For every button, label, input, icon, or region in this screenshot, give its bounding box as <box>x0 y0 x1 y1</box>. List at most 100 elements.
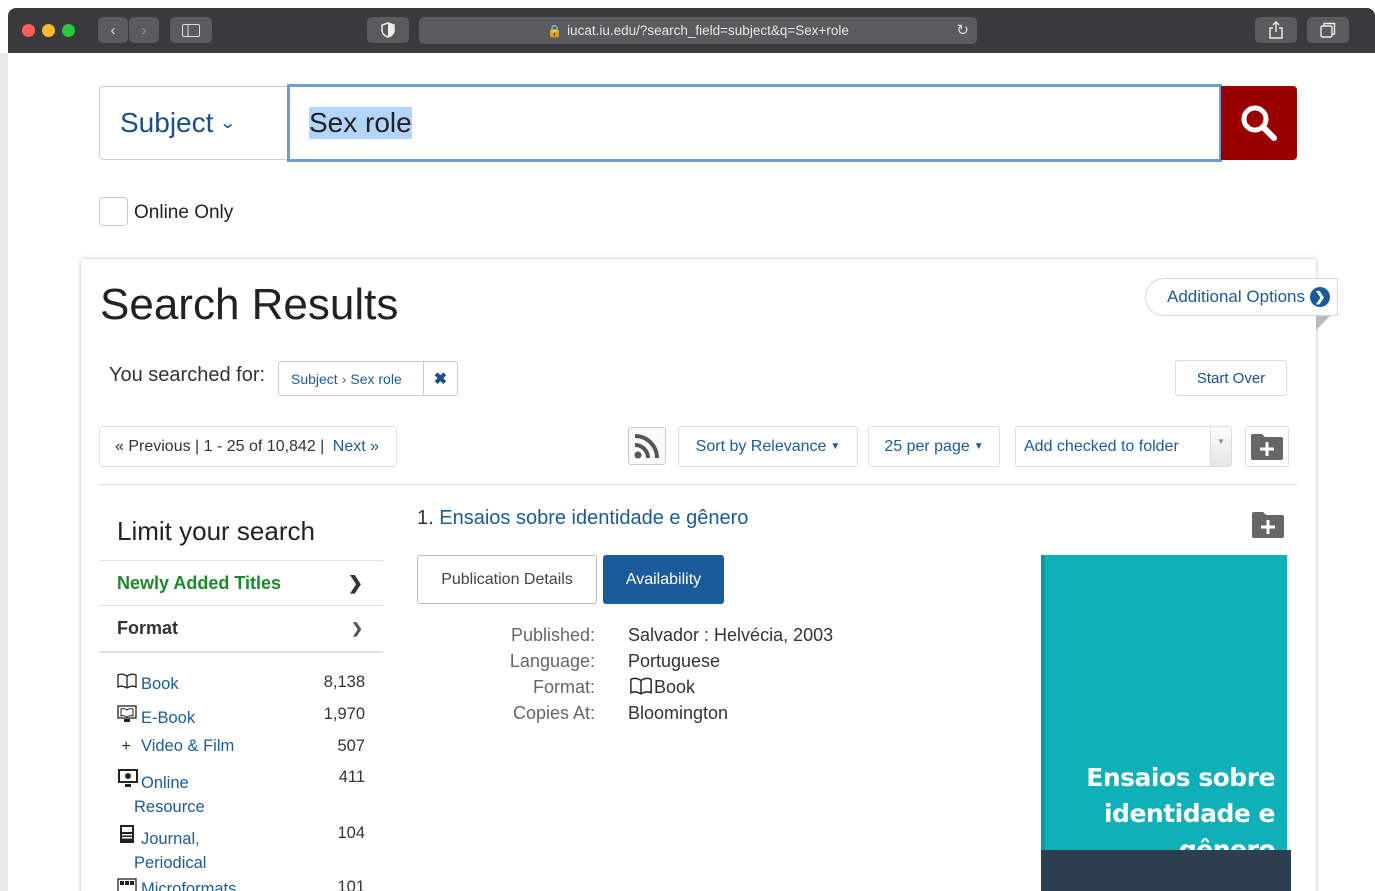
folder-select[interactable]: Add checked to folder ▼ <box>1015 426 1232 467</box>
privacy-shield-button[interactable] <box>367 17 409 43</box>
copies-value: Bloomington <box>628 703 729 723</box>
format-facet-toggle[interactable]: Format ❯ <box>99 605 383 653</box>
caret-down-icon: ▼ <box>830 441 841 452</box>
zoom-window-button[interactable] <box>62 24 75 37</box>
additional-options-button[interactable]: Additional Options ❯ <box>1145 278 1338 316</box>
facet-item[interactable]: E-Book 1,970 <box>117 705 367 728</box>
search-button[interactable] <box>1221 86 1297 160</box>
lock-icon: 🔒 <box>547 23 563 38</box>
tabs-overview-button[interactable] <box>1307 17 1349 43</box>
page-title: Search Results <box>100 280 399 329</box>
add-to-folder-button[interactable] <box>1245 426 1289 467</box>
previous-page-text: « Previous <box>115 437 191 455</box>
record-details: Published: Salvador : Helvécia, 2003 Lang… <box>417 622 833 726</box>
tabs-icon <box>1320 22 1336 38</box>
format-label: Format: <box>532 677 595 697</box>
newly-added-titles-link[interactable]: Newly Added Titles ❯ <box>99 560 383 606</box>
format-value-wrap: Book <box>628 674 695 700</box>
close-window-button[interactable] <box>22 24 35 37</box>
facet-label-cont: Resource <box>134 798 205 816</box>
search-constraint: Subject › Sex role ✖ <box>278 361 458 396</box>
facet-label: Journal, <box>141 830 200 848</box>
copies-label: Copies At: <box>512 703 595 723</box>
chevron-right-icon: ❯ <box>347 573 363 593</box>
plus-icon: + <box>117 738 131 755</box>
page-range: | 1 - 25 of 10,842 | <box>190 437 329 455</box>
sidebar-icon <box>182 23 200 37</box>
tab-availability[interactable]: Availability <box>603 555 724 604</box>
sort-dropdown[interactable]: Sort by Relevance ▼ <box>678 426 858 467</box>
minimize-window-button[interactable] <box>42 24 55 37</box>
chevron-right-icon: › <box>141 21 147 39</box>
additional-options-label: Additional Options <box>1167 287 1305 306</box>
facet-label: Microformats <box>141 880 237 891</box>
facet-label: E-Book <box>141 709 196 727</box>
caret-down-icon: ▼ <box>1210 427 1231 466</box>
journal-icon <box>117 824 141 849</box>
browser-toolbar: ‹ › 🔒 iucat.iu.edu/?search_field=subject… <box>8 8 1375 53</box>
facet-item[interactable]: Book 8,138 <box>117 673 367 694</box>
per-page-dropdown[interactable]: 25 per page ▼ <box>868 426 1000 467</box>
remove-constraint-button[interactable]: ✖ <box>423 362 457 395</box>
book-icon <box>117 673 141 694</box>
next-page-link[interactable]: Next » <box>333 438 379 456</box>
url-text: iucat.iu.edu/?search_field=subject&q=Sex… <box>567 23 849 38</box>
share-button[interactable] <box>1255 17 1297 43</box>
start-over-button[interactable]: Start Over <box>1175 360 1287 396</box>
add-result-to-folder-button[interactable] <box>1246 504 1290 545</box>
back-button[interactable]: ‹ <box>98 17 128 43</box>
published-label: Published: <box>510 625 595 645</box>
search-field-select[interactable]: Subject ⌄ <box>99 86 289 160</box>
result-title-link[interactable]: Ensaios sobre identidade e gênero <box>439 507 748 529</box>
facet-count: 411 <box>338 768 365 786</box>
chevron-right-circle-icon: ❯ <box>1309 287 1330 307</box>
facet-count: 101 <box>337 878 365 891</box>
facet-label: Online <box>141 774 189 792</box>
published-value: Salvador : Helvécia, 2003 <box>628 625 834 645</box>
facet-label-cont: Periodical <box>134 854 207 872</box>
result-number: 1. <box>417 507 434 529</box>
facet-item[interactable]: + Video & Film 507 <box>117 737 367 756</box>
cover-band <box>1041 850 1291 891</box>
tab-publication-details[interactable]: Publication Details <box>417 555 597 604</box>
constraint-link[interactable]: Subject › Sex role <box>279 371 423 387</box>
reload-icon[interactable]: ↻ <box>956 21 969 39</box>
per-page-label: 25 per page <box>884 437 970 455</box>
result-title: 1. Ensaios sobre identidade e gênero <box>417 507 748 530</box>
facet-count: 1,970 <box>323 705 365 723</box>
chevron-right-icon: › <box>341 370 347 387</box>
pagination: « Previous | 1 - 25 of 10,842 | Next » <box>99 426 397 467</box>
share-icon <box>1269 21 1283 39</box>
monitor-icon <box>117 768 141 793</box>
sidebar-toggle-button[interactable] <box>170 17 212 43</box>
rss-icon <box>634 434 659 459</box>
online-only-label: Online Only <box>134 202 234 223</box>
online-only-checkbox[interactable] <box>99 197 128 226</box>
search-input[interactable]: Sex role <box>287 84 1222 162</box>
newly-added-label: Newly Added Titles <box>117 573 282 593</box>
constraint-value: Sex role <box>350 370 402 387</box>
limit-search-heading: Limit your search <box>117 516 315 546</box>
constraint-field: Subject <box>291 370 338 387</box>
format-heading: Format <box>117 618 179 638</box>
facet-item[interactable]: Journal, Periodical 104 <box>117 824 367 873</box>
facet-count: 8,138 <box>323 673 365 691</box>
ribbon-fold <box>1316 316 1330 330</box>
search-field-label: Subject <box>120 107 214 138</box>
chevron-left-icon: ‹ <box>110 21 116 39</box>
folder-plus-icon <box>1252 511 1284 538</box>
chevron-down-icon: ⌄ <box>219 115 237 132</box>
format-value: Book <box>654 677 696 697</box>
facet-count: 507 <box>337 737 365 755</box>
cover-title-line1: Ensaios sobre <box>1086 763 1275 792</box>
book-cover-image[interactable]: Ensaios sobre identidade e gênero <box>1041 555 1291 891</box>
close-icon: ✖ <box>433 370 448 388</box>
facet-item[interactable]: Online Resource 411 <box>117 768 367 817</box>
forward-button[interactable]: › <box>129 17 159 43</box>
facet-label: Video & Film <box>141 737 235 755</box>
facet-item[interactable]: Microformats 101 <box>117 878 367 891</box>
folder-select-label: Add checked to folder <box>1024 437 1179 455</box>
chevron-down-icon: ❯ <box>351 620 363 636</box>
address-bar[interactable]: 🔒 iucat.iu.edu/?search_field=subject&q=S… <box>419 17 977 44</box>
rss-button[interactable] <box>628 427 666 465</box>
